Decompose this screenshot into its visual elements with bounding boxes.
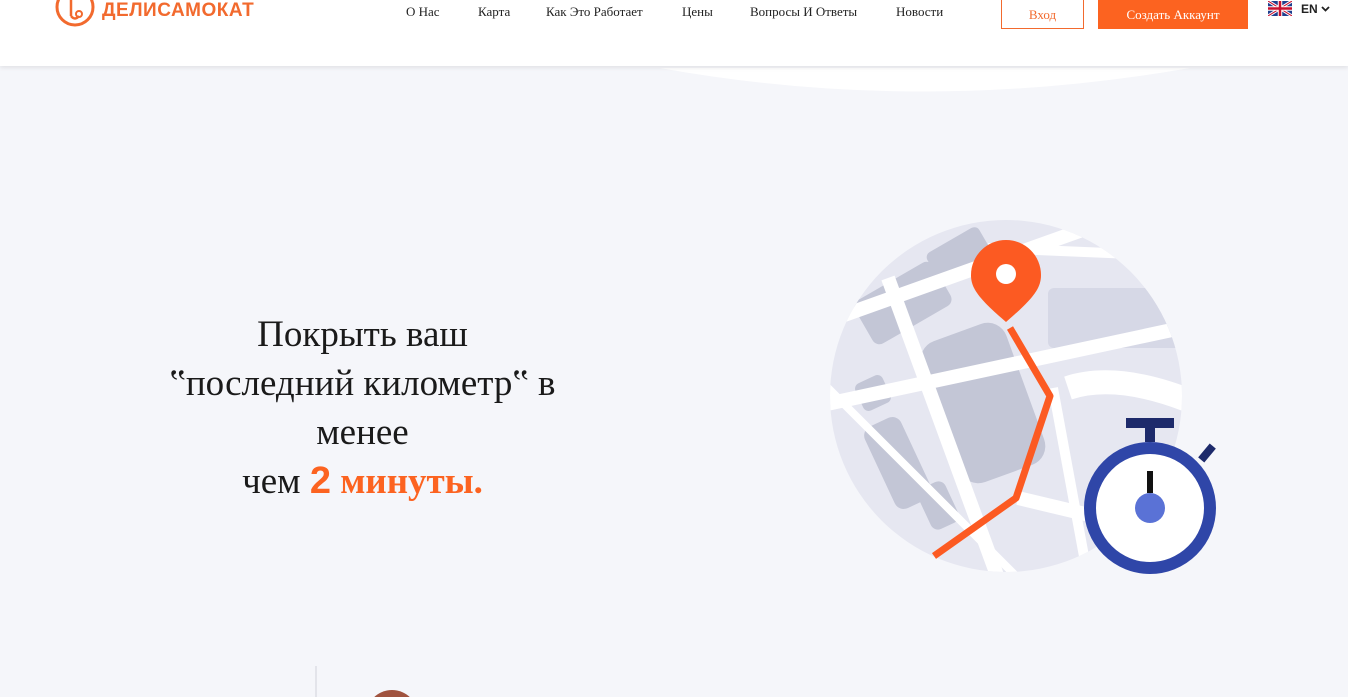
header-decorative-curve: [660, 68, 1190, 92]
decorative-shape: [366, 690, 418, 697]
scooter-logo-icon: [55, 0, 95, 27]
login-button[interactable]: Вход: [1001, 0, 1084, 29]
map-route-icon: [830, 220, 1216, 574]
hero-accent-word: минуты.: [340, 461, 483, 502]
section-divider: [315, 666, 317, 697]
hero-line-4-prefix: чем: [242, 461, 301, 502]
hero-headline: Покрыть ваш ‟последний километр‟ в менее…: [140, 310, 585, 506]
uk-flag-icon: [1268, 1, 1292, 16]
site-header: ДЕЛИСАМОКАТ О Нас Карта Как Это Работает…: [0, 0, 1348, 66]
nav-item-news[interactable]: Новости: [896, 4, 943, 20]
signup-button[interactable]: Создать Аккаунт: [1098, 0, 1248, 29]
language-code: EN: [1301, 1, 1318, 16]
hero-number: 2: [309, 460, 331, 502]
nav-item-how-it-works[interactable]: Как Это Работает: [546, 4, 643, 20]
hero-line-1: Покрыть ваш: [257, 314, 468, 355]
nav-item-map[interactable]: Карта: [478, 4, 510, 20]
hero-line-3: менее: [316, 412, 409, 453]
hero-line-4: чем 2 минуты.: [140, 457, 585, 506]
language-selector[interactable]: EN: [1268, 1, 1330, 16]
nav-item-prices[interactable]: Цены: [682, 4, 713, 20]
hero-line-2: ‟последний километр‟ в: [169, 363, 556, 404]
brand-name: ДЕЛИСАМОКАТ: [102, 0, 255, 21]
nav-item-about[interactable]: О Нас: [406, 4, 440, 20]
nav-item-faq[interactable]: Вопросы И Ответы: [750, 4, 857, 20]
brand-logo[interactable]: ДЕЛИСАМОКАТ: [54, 0, 254, 28]
chevron-down-icon: [1321, 6, 1330, 12]
